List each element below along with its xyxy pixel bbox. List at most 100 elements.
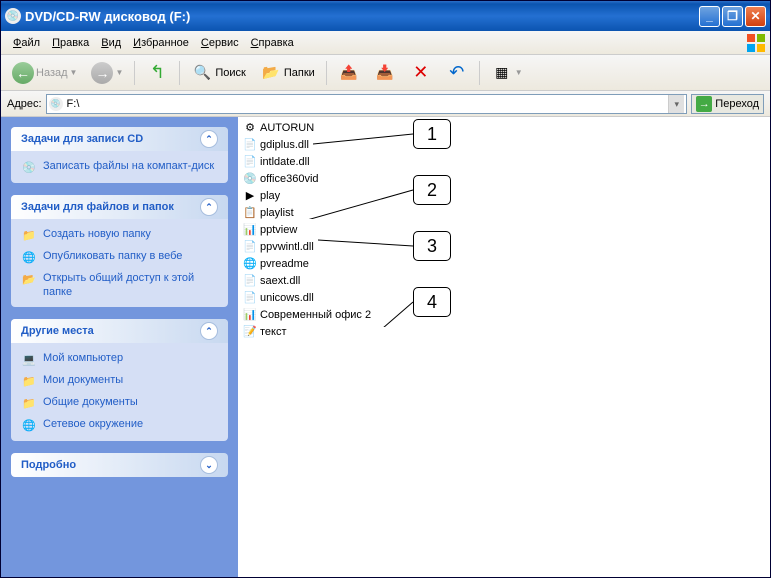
file-item[interactable]: 📊Современный офис 2 xyxy=(240,306,768,323)
close-button[interactable]: ✕ xyxy=(745,6,766,27)
menu-edit[interactable]: Правка xyxy=(46,35,95,51)
task-link[interactable]: 🌐 Сетевое окружение xyxy=(21,417,218,433)
menu-bar: Файл Правка Вид Избранное Сервис Справка xyxy=(1,31,770,55)
task-label: Сетевое окружение xyxy=(43,417,143,431)
folder-up-icon: ↰ xyxy=(146,62,168,84)
back-arrow-icon: ← xyxy=(12,62,34,84)
file-name: gdiplus.dll xyxy=(260,139,309,151)
file-item[interactable]: 📝текст xyxy=(240,323,768,340)
task-label: Мои документы xyxy=(43,373,123,387)
panel-file-tasks: Задачи для файлов и папок⌃ 📁 Создать нову… xyxy=(11,195,228,307)
panel-header[interactable]: Задачи для файлов и папок⌃ xyxy=(11,195,228,219)
task-link[interactable]: 💿 Записать файлы на компакт-диск xyxy=(21,159,218,175)
panel-cd-tasks: Задачи для записи CD⌃ 💿 Записать файлы на… xyxy=(11,127,228,183)
panel-header[interactable]: Другие места⌃ xyxy=(11,319,228,343)
file-name: Современный офис 2 xyxy=(260,309,371,321)
task-link[interactable]: 📁 Общие документы xyxy=(21,395,218,411)
task-icon: 💿 xyxy=(21,159,37,175)
undo-button[interactable]: ↶ xyxy=(441,59,473,87)
move-icon: 📤 xyxy=(338,62,360,84)
delete-button[interactable]: ✕ xyxy=(405,59,437,87)
views-button[interactable]: ▦▼ xyxy=(486,59,528,87)
delete-icon: ✕ xyxy=(410,62,432,84)
chevron-down-icon: ⌄ xyxy=(200,456,218,474)
go-arrow-icon: → xyxy=(696,96,712,112)
move-to-button[interactable]: 📤 xyxy=(333,59,365,87)
forward-button[interactable]: → ▼ xyxy=(86,59,128,87)
menu-view[interactable]: Вид xyxy=(95,35,127,51)
task-pane: Задачи для записи CD⌃ 💿 Записать файлы на… xyxy=(1,117,238,577)
annotation-callout: 4 xyxy=(413,287,451,317)
chevron-up-icon: ⌃ xyxy=(200,130,218,148)
task-icon: 🌐 xyxy=(21,249,37,265)
panel-details: Подробно⌄ xyxy=(11,453,228,477)
chevron-down-icon: ▼ xyxy=(70,68,78,77)
back-button[interactable]: ← Назад ▼ xyxy=(7,59,82,87)
title-bar: 💿 DVD/CD-RW дисковод (F:) _ ❐ ✕ xyxy=(1,1,770,31)
task-link[interactable]: 📁Мои документы xyxy=(21,373,218,389)
task-icon: 📂 xyxy=(21,271,37,287)
views-icon: ▦ xyxy=(491,62,513,84)
file-name: unicows.dll xyxy=(260,292,314,304)
search-button[interactable]: 🔍Поиск xyxy=(186,59,250,87)
windows-logo-icon xyxy=(746,33,766,53)
file-icon: 📝 xyxy=(242,324,258,340)
file-name: saext.dll xyxy=(260,275,300,287)
up-button[interactable]: ↰ xyxy=(141,59,173,87)
file-name: pvreadme xyxy=(260,258,309,270)
address-label: Адрес: xyxy=(7,98,42,110)
file-icon: 📄 xyxy=(242,154,258,170)
task-link[interactable]: 🌐 Опубликовать папку в вебе xyxy=(21,249,218,265)
menu-favorites[interactable]: Избранное xyxy=(127,35,195,51)
task-label: Общие документы xyxy=(43,395,138,409)
task-label: Мой компьютер xyxy=(43,351,123,365)
annotation-callout: 2 xyxy=(413,175,451,205)
drive-icon: 💿 xyxy=(5,8,21,24)
file-name: pptview xyxy=(260,224,297,236)
file-name: текст xyxy=(260,326,287,338)
task-label: Создать новую папку xyxy=(43,227,151,241)
task-icon: 📁 xyxy=(21,395,37,411)
menu-help[interactable]: Справка xyxy=(245,35,300,51)
task-link[interactable]: 📁 Создать новую папку xyxy=(21,227,218,243)
chevron-up-icon: ⌃ xyxy=(200,198,218,216)
maximize-button[interactable]: ❐ xyxy=(722,6,743,27)
file-item[interactable]: 📄unicows.dll xyxy=(240,289,768,306)
folders-icon: 📂 xyxy=(260,62,282,84)
file-icon: 📄 xyxy=(242,137,258,153)
file-icon: 📄 xyxy=(242,273,258,289)
folders-button[interactable]: 📂Папки xyxy=(255,59,320,87)
address-input[interactable]: 💿 F:\ ▾ xyxy=(46,94,688,114)
file-list[interactable]: ⚙AUTORUN📄gdiplus.dll📄intldate.dll💿office… xyxy=(238,117,770,577)
task-icon: 💻 xyxy=(21,351,37,367)
go-button[interactable]: → Переход xyxy=(691,94,764,114)
file-icon: 📊 xyxy=(242,307,258,323)
menu-file[interactable]: Файл xyxy=(7,35,46,51)
menu-tools[interactable]: Сервис xyxy=(195,35,245,51)
file-icon: 📄 xyxy=(242,239,258,255)
search-icon: 🔍 xyxy=(191,62,213,84)
chevron-down-icon: ▼ xyxy=(515,68,523,77)
file-icon: 📋 xyxy=(242,205,258,221)
task-label: Записать файлы на компакт-диск xyxy=(43,159,214,173)
task-icon: 📁 xyxy=(21,227,37,243)
annotation-callout: 3 xyxy=(413,231,451,261)
panel-header[interactable]: Подробно⌄ xyxy=(11,453,228,477)
file-item[interactable]: 📄saext.dll xyxy=(240,272,768,289)
address-dropdown[interactable]: ▾ xyxy=(668,95,684,113)
file-icon: 💿 xyxy=(242,171,258,187)
task-link[interactable]: 💻 Мой компьютер xyxy=(21,351,218,367)
task-icon: 🌐 xyxy=(21,417,37,433)
chevron-up-icon: ⌃ xyxy=(200,322,218,340)
task-label: Опубликовать папку в вебе xyxy=(43,249,182,263)
address-bar: Адрес: 💿 F:\ ▾ → Переход xyxy=(1,91,770,117)
file-name: AUTORUN xyxy=(260,122,314,134)
task-link[interactable]: 📂Открыть общий доступ к этой папке xyxy=(21,271,218,299)
minimize-button[interactable]: _ xyxy=(699,6,720,27)
file-name: intldate.dll xyxy=(260,156,310,168)
file-name: playlist xyxy=(260,207,294,219)
toolbar: ← Назад ▼ → ▼ ↰ 🔍Поиск 📂Папки 📤 📥 ✕ ↶ ▦▼ xyxy=(1,55,770,91)
window-title: DVD/CD-RW дисковод (F:) xyxy=(25,9,699,24)
copy-to-button[interactable]: 📥 xyxy=(369,59,401,87)
panel-header[interactable]: Задачи для записи CD⌃ xyxy=(11,127,228,151)
